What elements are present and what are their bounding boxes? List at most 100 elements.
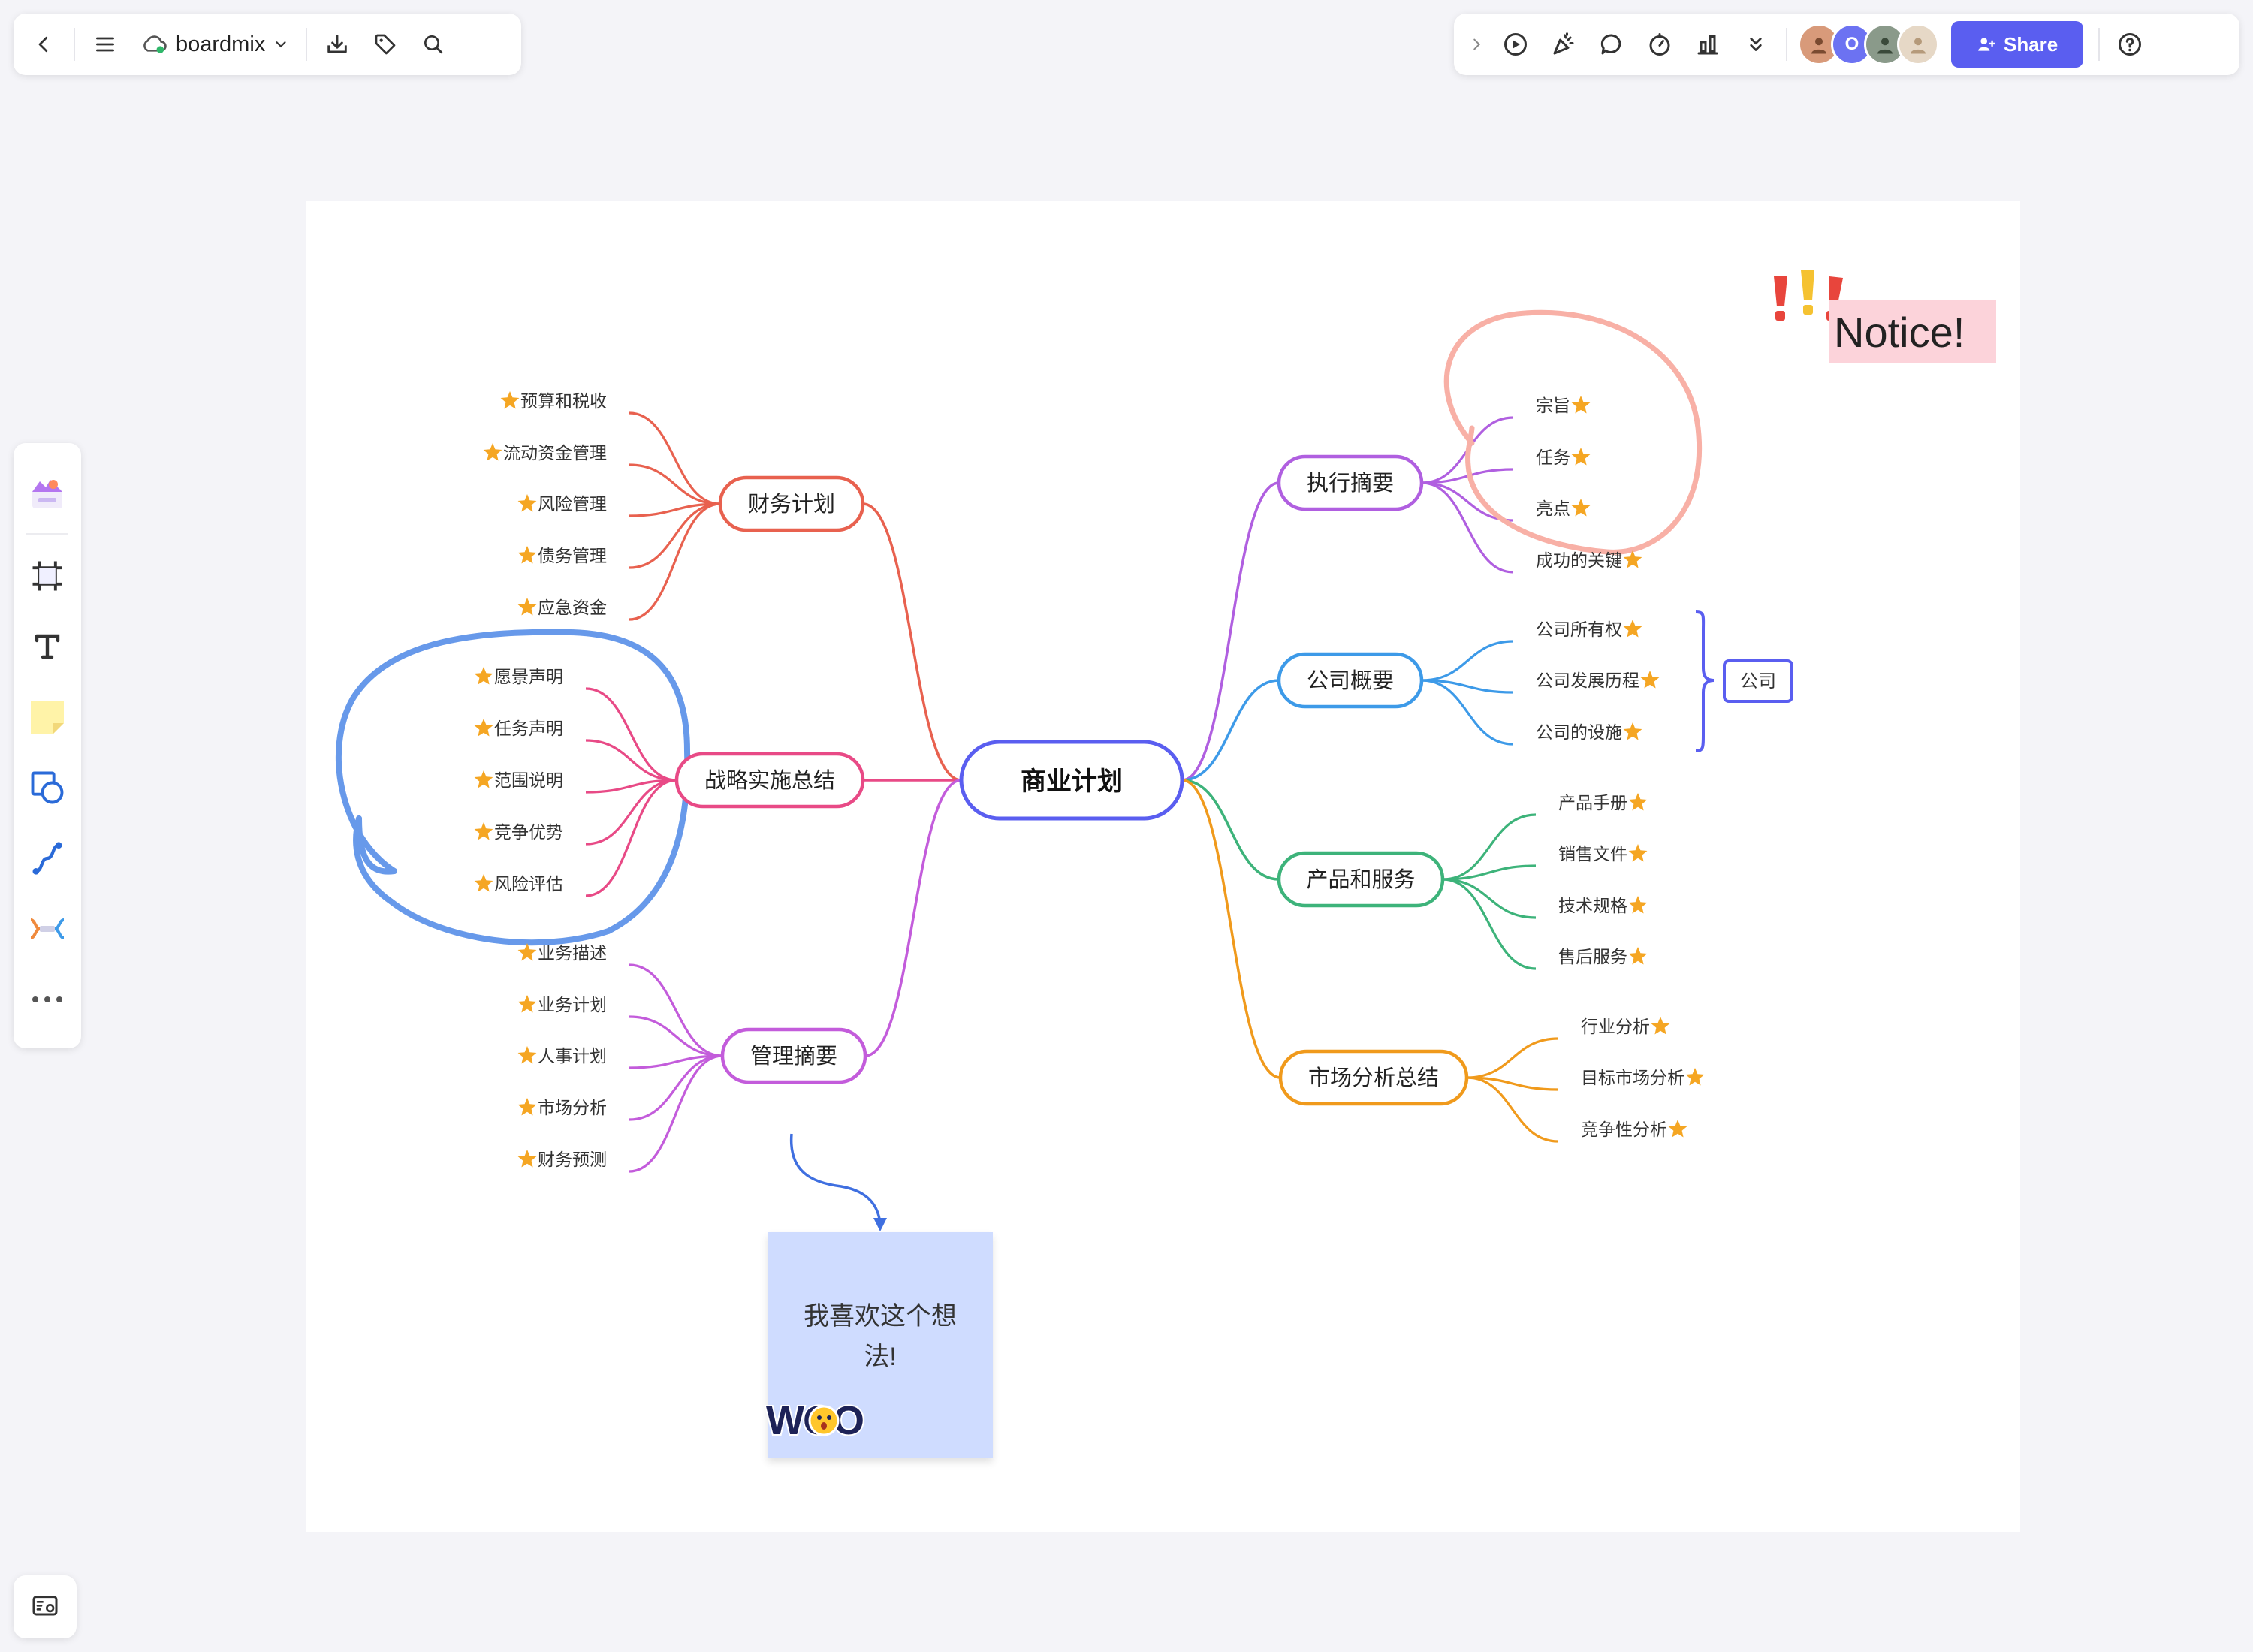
leaf-label: 风险评估 [494,874,563,894]
branch-link [1181,679,1280,782]
leaf-link [585,739,677,782]
star-icon [1668,1120,1687,1138]
leaf-node[interactable]: 竞争性分析 [1581,1120,1687,1139]
leaf-node[interactable]: 财务预测 [517,1150,607,1169]
summary-label: 公司 [1740,671,1776,692]
mindmap[interactable]: 公司 财务计划 预算和税收流动资金管理风险管理债务管理应急资金战略实施总结 愿景声明… [0,0,2253,1652]
star-icon [1685,1068,1705,1086]
leaf-node[interactable]: 产品手册 [1558,793,1648,812]
sticky-note-text: 我喜欢这个想法! [804,1302,957,1371]
star-icon [1640,671,1660,689]
leaf-node[interactable]: 竞争优势 [474,822,563,842]
branch-link [1181,779,1281,1079]
leaf-node[interactable]: 售后服务 [1558,947,1648,966]
leaf-node[interactable]: 目标市场分析 [1581,1068,1705,1087]
star-icon [1571,499,1591,517]
leaf-node[interactable]: 亮点 [1536,499,1591,518]
leaf-label: 行业分析 [1581,1017,1650,1036]
leaf-label: 业务描述 [538,943,607,963]
leaf-node[interactable]: 应急资金 [517,598,607,617]
root-label: 商业计划 [1021,767,1123,796]
leaf-node[interactable]: 流动资金管理 [483,443,607,463]
arrow-head [873,1218,887,1231]
branch-label: 市场分析总结 [1308,1066,1439,1090]
leaf-node[interactable]: 业务描述 [517,943,607,963]
star-icon [517,1098,537,1116]
leaf-node[interactable]: 预算和税收 [500,391,607,411]
star-icon [1628,896,1648,914]
leaf-node[interactable]: 市场分析 [517,1098,607,1117]
leaf-link [629,463,721,505]
leaf-node[interactable]: 任务 [1536,448,1591,467]
leaf-node[interactable]: 销售文件 [1558,844,1648,864]
leaf-link [629,1015,723,1057]
leaf-link [1442,878,1537,970]
branch-label: 公司概要 [1307,668,1394,693]
star-icon [1571,448,1591,466]
notice-sticker[interactable]: Notice! [1829,300,1996,363]
leaf-node[interactable]: 范围说明 [474,770,563,790]
star-icon [1623,620,1642,638]
star-icon [1628,793,1648,811]
star-icon [474,822,493,840]
star-icon [1628,844,1648,862]
branch-node[interactable]: 公司概要 [1277,652,1424,709]
leaf-node[interactable]: 风险管理 [517,494,607,514]
branch-label: 执行摘要 [1307,471,1394,496]
branch-label: 管理摘要 [750,1044,837,1069]
star-icon [517,995,537,1013]
star-icon [474,667,493,685]
leaf-node[interactable]: 业务计划 [517,995,607,1014]
notice-text: Notice! [1834,308,1965,356]
root-node[interactable]: 商业计划 [959,740,1184,821]
summary-bracket[interactable] [1695,610,1715,752]
leaf-node[interactable]: 愿景声明 [474,667,563,686]
leaf-node[interactable]: 宗旨 [1536,396,1591,415]
leaf-link [629,502,721,569]
leaf-label: 任务 [1536,448,1570,467]
branch-link [864,779,962,1057]
leaf-label: 业务计划 [538,995,607,1014]
leaf-link [585,687,677,782]
leaf-node[interactable]: 行业分析 [1581,1017,1670,1036]
leaf-node[interactable]: 公司发展历程 [1536,671,1660,690]
leaf-link [1466,1037,1559,1079]
leaf-node[interactable]: 任务声明 [474,719,563,738]
star-icon [517,494,537,512]
star-icon [500,391,520,409]
branch-node[interactable]: 财务计划 [718,475,865,532]
branch-node[interactable]: 执行摘要 [1277,454,1424,511]
arrow-to-sticky[interactable] [789,1133,882,1225]
red-freehand-circle[interactable] [1443,309,1703,555]
leaf-link [629,502,721,621]
leaf-node[interactable]: 公司所有权 [1536,620,1642,639]
leaf-node[interactable]: 公司的设施 [1536,722,1642,742]
leaf-label: 人事计划 [538,1046,607,1066]
leaf-link [1421,481,1514,574]
branch-node[interactable]: 战略实施总结 [674,752,865,809]
leaf-label: 风险管理 [538,494,607,514]
woo-sticker[interactable]: WOO [765,1397,882,1445]
star-icon [1623,722,1642,740]
leaf-label: 预算和税收 [520,391,607,411]
star-icon [517,598,537,616]
branch-link [1181,481,1280,782]
star-icon [474,719,493,737]
leaf-node[interactable]: 债务管理 [517,546,607,565]
summary-node[interactable]: 公司 [1723,659,1793,703]
star-icon [517,1046,537,1064]
star-icon [517,1150,537,1168]
leaf-node[interactable]: 技术规格 [1558,896,1648,915]
star-icon [517,546,537,564]
leaf-label: 公司所有权 [1536,620,1622,639]
branch-node[interactable]: 管理摘要 [720,1027,867,1084]
leaf-link [629,1054,723,1173]
leaf-label: 公司的设施 [1536,722,1622,742]
leaf-label: 财务预测 [538,1150,607,1169]
leaf-node[interactable]: 人事计划 [517,1046,607,1066]
branch-node[interactable]: 市场分析总结 [1278,1049,1469,1106]
leaf-label: 任务声明 [494,719,563,738]
branch-node[interactable]: 产品和服务 [1277,851,1445,908]
branch-label: 财务计划 [748,492,835,517]
leaf-node[interactable]: 风险评估 [474,874,563,894]
